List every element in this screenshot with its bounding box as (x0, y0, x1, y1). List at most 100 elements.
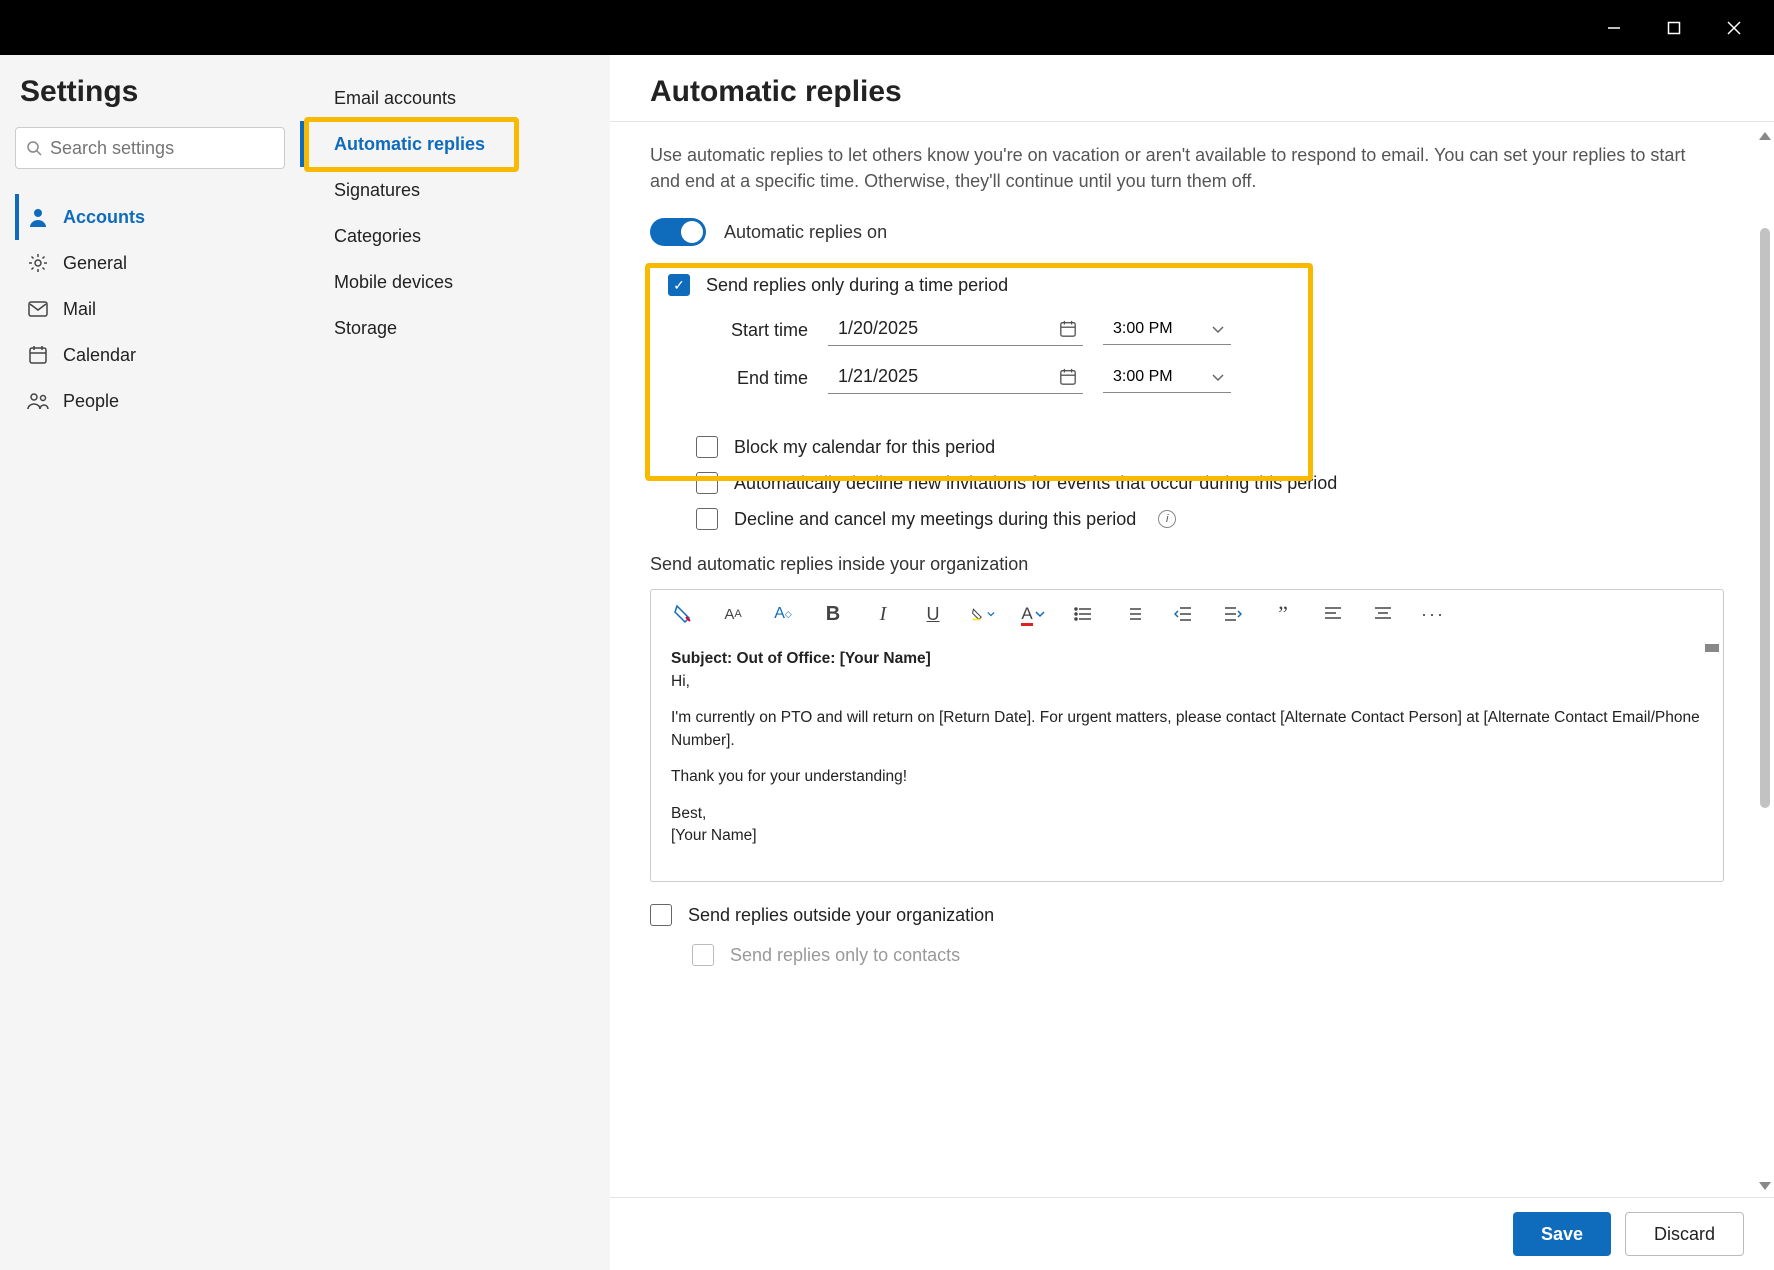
editor-greeting: Hi, (671, 673, 690, 690)
close-button[interactable] (1704, 0, 1764, 55)
editor-scrollbar[interactable] (1705, 644, 1719, 875)
editor-thanks: Thank you for your understanding! (671, 766, 1703, 788)
contacts-only-checkbox (692, 944, 714, 966)
more-options-icon[interactable]: ··· (1421, 602, 1445, 626)
decline-new-checkbox[interactable] (696, 472, 718, 494)
end-date-input[interactable]: 1/21/2025 (828, 362, 1083, 394)
subnav-label: Signatures (334, 180, 420, 201)
quote-icon[interactable]: ” (1271, 602, 1295, 626)
subnav-email-accounts[interactable]: Email accounts (300, 75, 610, 121)
sidebar-item-label: Calendar (63, 345, 136, 366)
editor-body-text: I'm currently on PTO and will return on … (671, 707, 1703, 752)
time-period-section: ✓ Send replies only during a time period… (650, 268, 1724, 428)
subnav-storage[interactable]: Storage (300, 305, 610, 351)
search-input-wrapper[interactable] (15, 127, 285, 169)
start-date-input[interactable]: 1/20/2025 (828, 314, 1083, 346)
block-calendar-checkbox[interactable] (696, 436, 718, 458)
toggle-label: Automatic replies on (724, 222, 887, 243)
numbered-list-icon[interactable] (1121, 602, 1145, 626)
start-date-value: 1/20/2025 (838, 318, 918, 339)
sidebar-item-label: General (63, 253, 127, 274)
start-time-value: 3:00 PM (1113, 320, 1173, 338)
sidebar-item-mail[interactable]: Mail (15, 286, 285, 332)
sidebar-item-label: People (63, 391, 119, 412)
title-bar (0, 0, 1774, 55)
outside-org-section: Send replies outside your organization S… (650, 904, 1724, 966)
content-header: Automatic replies (610, 55, 1774, 122)
increase-indent-icon[interactable] (1221, 602, 1245, 626)
align-left-icon[interactable] (1321, 602, 1345, 626)
decline-cancel-checkbox[interactable] (696, 508, 718, 530)
sidebar-item-general[interactable]: General (15, 240, 285, 286)
block-calendar-label: Block my calendar for this period (734, 437, 995, 458)
highlight-icon[interactable] (971, 602, 995, 626)
maximize-button[interactable] (1644, 0, 1704, 55)
calendar-icon[interactable] (1059, 320, 1077, 338)
gear-icon (27, 253, 49, 273)
automatic-replies-toggle[interactable] (650, 218, 706, 246)
calendar-icon[interactable] (1059, 368, 1077, 386)
person-icon (27, 207, 49, 227)
people-icon (27, 392, 49, 410)
decline-cancel-label: Decline and cancel my meetings during th… (734, 509, 1136, 530)
scrollbar[interactable] (1758, 132, 1772, 1190)
info-icon[interactable]: i (1158, 510, 1176, 528)
start-time-select[interactable]: 3:00 PM (1103, 316, 1231, 345)
chevron-down-icon (1211, 370, 1225, 384)
bold-icon[interactable]: B (821, 602, 845, 626)
mail-icon (27, 301, 49, 317)
calendar-icon (27, 345, 49, 365)
sidebar-item-accounts[interactable]: Accounts (15, 194, 285, 240)
subnav-automatic-replies[interactable]: Automatic replies (300, 121, 610, 167)
scroll-up-icon[interactable] (1705, 644, 1719, 652)
message-editor: AA A◇ B I U A (650, 589, 1724, 882)
subnav-label: Mobile devices (334, 272, 453, 293)
sidebar-item-people[interactable]: People (15, 378, 285, 424)
underline-icon[interactable]: U (921, 602, 945, 626)
subnav-signatures[interactable]: Signatures (300, 167, 610, 213)
search-input[interactable] (50, 138, 282, 159)
sidebar: Settings Accounts General Mail (0, 55, 300, 1270)
bullet-list-icon[interactable] (1071, 602, 1095, 626)
page-title: Automatic replies (650, 75, 1734, 109)
font-color-icon[interactable]: A (1021, 602, 1045, 626)
outside-org-checkbox[interactable] (650, 904, 672, 926)
scroll-up-icon[interactable] (1759, 132, 1771, 140)
save-button[interactable]: Save (1513, 1212, 1611, 1256)
italic-icon[interactable]: I (871, 602, 895, 626)
subnav-label: Email accounts (334, 88, 456, 109)
time-period-sub-options: Block my calendar for this period Automa… (696, 436, 1724, 530)
align-center-icon[interactable] (1371, 602, 1395, 626)
time-period-checkbox[interactable]: ✓ (668, 274, 690, 296)
end-time-select[interactable]: 3:00 PM (1103, 364, 1231, 393)
content-pane: Automatic replies Use automatic replies … (610, 55, 1774, 1270)
contacts-only-label: Send replies only to contacts (730, 945, 960, 966)
editor-subject: Subject: Out of Office: [Your Name] (671, 650, 931, 667)
scroll-down-icon[interactable] (1759, 1182, 1771, 1190)
discard-button[interactable]: Discard (1625, 1212, 1744, 1256)
decline-new-label: Automatically decline new invitations fo… (734, 473, 1337, 494)
subnav-mobile-devices[interactable]: Mobile devices (300, 259, 610, 305)
editor-content[interactable]: Subject: Out of Office: [Your Name] Hi, … (651, 638, 1723, 881)
outside-org-label: Send replies outside your organization (688, 905, 994, 926)
subnav-label: Categories (334, 226, 421, 247)
scroll-thumb[interactable] (1760, 228, 1770, 808)
format-painter-icon[interactable] (671, 602, 695, 626)
subnav-categories[interactable]: Categories (300, 213, 610, 259)
sub-navigation: Email accounts Automatic replies Signatu… (300, 55, 610, 1270)
subnav-label: Automatic replies (334, 134, 485, 155)
editor-signoff1: Best, (671, 805, 706, 822)
minimize-button[interactable] (1584, 0, 1644, 55)
search-icon (26, 140, 42, 156)
editor-toolbar: AA A◇ B I U A (651, 590, 1723, 638)
sidebar-item-calendar[interactable]: Calendar (15, 332, 285, 378)
end-date-value: 1/21/2025 (838, 366, 918, 387)
sidebar-item-label: Accounts (63, 207, 145, 228)
decrease-indent-icon[interactable] (1171, 602, 1195, 626)
font-increase-icon[interactable]: A◇ (771, 602, 795, 626)
start-time-label: Start time (698, 320, 808, 341)
end-time-value: 3:00 PM (1113, 368, 1173, 386)
font-size-icon[interactable]: AA (721, 602, 745, 626)
footer: Save Discard (610, 1197, 1774, 1270)
chevron-down-icon (1211, 322, 1225, 336)
